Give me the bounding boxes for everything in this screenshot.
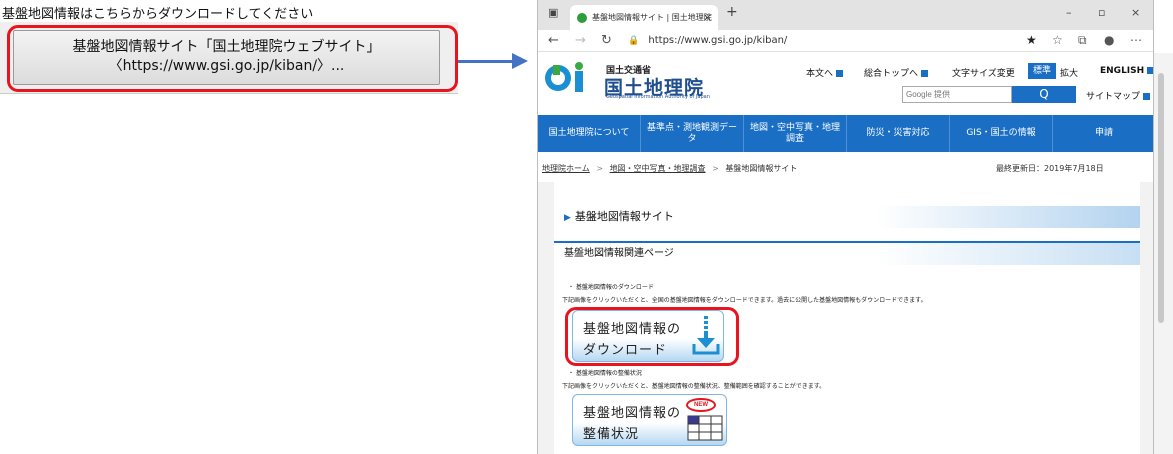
page-scrollbar[interactable] xyxy=(1154,53,1173,454)
text-size-large-button[interactable]: 拡大 xyxy=(1060,66,1078,79)
coverage-grid-icon xyxy=(687,415,723,441)
pointer-arrow-head xyxy=(512,53,528,69)
arrow-square-icon xyxy=(1147,67,1153,74)
minimize-icon[interactable]: – xyxy=(1066,6,1072,19)
site-favicon-icon xyxy=(577,13,587,23)
pointer-arrow-shaft xyxy=(458,60,514,63)
top-page-link[interactable]: 総合トップへ xyxy=(864,66,929,79)
breadcrumb-separator: > xyxy=(596,164,604,173)
coverage-status-banner[interactable]: 基盤地図情報の 整備状況 NEW xyxy=(572,394,727,446)
sitemap-link[interactable]: サイトマップ xyxy=(1086,89,1151,102)
back-arrow-icon[interactable]: ← xyxy=(548,33,559,48)
gsi-logo-icon xyxy=(545,62,583,92)
profile-avatar-icon[interactable]: ● xyxy=(1104,33,1114,47)
item-description: 下記画像をクリックいただくと、全国の基盤地図情報をダウンロードできます。過去に公… xyxy=(562,297,927,304)
window-close-icon[interactable]: × xyxy=(1131,6,1140,19)
browser-tab[interactable]: 基盤地図情報サイト | 国土地理院 × xyxy=(570,5,718,30)
search-button[interactable]: Q xyxy=(1012,86,1076,103)
sitemap-label: サイトマップ xyxy=(1086,92,1141,102)
section-title: 基盤地図情報関連ページ xyxy=(554,241,1140,265)
global-nav: 国土地理院について 基準点・測地観測データ 地図・空中写真・地理調査 防災・災害… xyxy=(538,115,1153,152)
page-title-text: 基盤地図情報サイト xyxy=(574,210,674,223)
nav-gis[interactable]: GIS・国土の情報 xyxy=(950,115,1053,152)
reload-icon[interactable]: ↻ xyxy=(601,33,612,48)
download-banner-line1: 基盤地図情報の xyxy=(583,322,682,337)
arrow-square-icon xyxy=(836,70,844,77)
close-tab-icon[interactable]: × xyxy=(703,5,712,30)
download-banner-line2: ダウンロード xyxy=(583,343,668,358)
status-banner-line1: 基盤地図情報の xyxy=(583,406,682,421)
list-item: ・ 基盤地図情報の整備状況 xyxy=(568,370,642,377)
list-item: ・ 基盤地図情報のダウンロード xyxy=(568,284,654,291)
arrow-square-icon xyxy=(921,70,929,77)
more-menu-icon[interactable]: ⋯ xyxy=(1130,33,1142,47)
english-label: ENGLISH xyxy=(1100,66,1145,76)
nav-maps-photos[interactable]: 地図・空中写真・地理調査 xyxy=(744,115,847,152)
tab-actions-icon[interactable]: ▣ xyxy=(548,6,558,19)
breadcrumb-current: 基盤地図情報サイト xyxy=(725,164,798,173)
breadcrumb: 地理院ホーム > 地図・空中写真・地理調査 > 基盤地図情報サイト xyxy=(542,163,797,174)
top-page-label: 総合トップへ xyxy=(864,69,919,79)
gsi-page: 国土交通省 国土地理院 Geospatial Information Autho… xyxy=(538,53,1153,454)
content-column: ▶ 基盤地図情報サイト 基盤地図情報関連ページ ・ 基盤地図情報のダウンロード 下… xyxy=(554,182,1140,454)
tab-title: 基盤地図情報サイト | 国土地理院 xyxy=(592,13,712,22)
site-search-input[interactable] xyxy=(902,86,1012,103)
new-tab-icon[interactable]: + xyxy=(726,4,738,20)
english-link[interactable]: ENGLISH xyxy=(1100,66,1153,76)
nav-disaster[interactable]: 防災・災害対応 xyxy=(847,115,950,152)
last-updated: 最終更新日：2019年7月18日 xyxy=(996,164,1104,173)
favorite-star-icon[interactable]: ★ xyxy=(1026,33,1037,47)
kiban-site-link-button[interactable]: 基盤地図情報サイト「国土地理院ウェブサイト」 〈https://www.gsi.… xyxy=(13,30,440,85)
link-button-url: 〈https://www.gsi.go.jp/kiban/〉... xyxy=(108,58,345,74)
link-button-title: 基盤地図情報サイト「国土地理院ウェブサイト」 xyxy=(72,39,381,55)
text-size-label: 文字サイズ変更 xyxy=(952,69,1015,79)
lock-icon: 🔒 xyxy=(628,36,640,46)
breadcrumb-home[interactable]: 地理院ホーム xyxy=(542,164,590,173)
browser-window: ▣ 基盤地図情報サイト | 国土地理院 × + – ▫ × ← → ↻ 🔒 ht… xyxy=(537,0,1154,454)
nav-about[interactable]: 国土地理院について xyxy=(538,115,641,152)
breadcrumb-separator: > xyxy=(712,164,719,173)
breadcrumb-maps[interactable]: 地図・空中写真・地理調査 xyxy=(610,164,706,173)
restore-icon[interactable]: ▫ xyxy=(1098,6,1105,19)
favorites-list-icon[interactable]: ☆ xyxy=(1052,33,1063,47)
forward-arrow-icon[interactable]: → xyxy=(575,33,586,48)
new-badge: NEW xyxy=(686,398,716,412)
org-name-en: Geospatial Information Authority of Japa… xyxy=(606,94,710,100)
arrow-square-icon xyxy=(1143,93,1151,100)
title-marker-icon: ▶ xyxy=(564,213,571,223)
item-description: 下記画像をクリックいただくと、基盤地図情報の整備状況、整備範囲を確認することがで… xyxy=(562,383,826,390)
address-url: https://www.gsi.go.jp/kiban/ xyxy=(648,35,788,46)
skip-to-main-link[interactable]: 本文へ xyxy=(806,66,844,79)
download-banner[interactable]: 基盤地図情報の ダウンロード xyxy=(572,310,724,362)
address-bar[interactable]: 🔒 https://www.gsi.go.jp/kiban/ xyxy=(628,32,1028,50)
content-area: ▶ 基盤地図情報サイト 基盤地図情報関連ページ ・ 基盤地図情報のダウンロード 下… xyxy=(538,182,1153,454)
tab-bar: ▣ 基盤地図情報サイト | 国土地理院 × + – ▫ × xyxy=(538,0,1153,30)
collections-icon[interactable]: ⧉ xyxy=(1078,33,1087,48)
instruction-heading: 基盤地図情報はこちらからダウンロードしてください xyxy=(2,7,314,22)
scrollbar-thumb[interactable] xyxy=(1158,73,1164,323)
page-title: ▶ 基盤地図情報サイト xyxy=(554,206,1140,228)
nav-geodetic[interactable]: 基準点・測地観測データ xyxy=(641,115,744,152)
skip-to-main-label: 本文へ xyxy=(806,69,834,79)
status-banner-line2: 整備状況 xyxy=(583,427,640,442)
browser-toolbar: ← → ↻ 🔒 https://www.gsi.go.jp/kiban/ ★ ☆… xyxy=(538,30,1153,52)
nav-application[interactable]: 申請 xyxy=(1053,115,1153,152)
text-size-standard-button[interactable]: 標準 xyxy=(1028,63,1056,79)
download-arrow-icon xyxy=(692,316,720,355)
